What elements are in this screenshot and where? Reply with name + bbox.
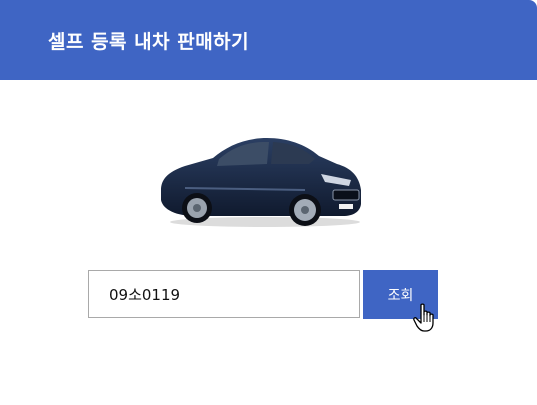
hand-pointer-icon	[413, 303, 434, 332]
page-header: 셀프 등록 내차 판매하기	[0, 0, 537, 80]
search-button-label: 조회	[387, 287, 414, 304]
page-title: 셀프 등록 내차 판매하기	[48, 31, 250, 53]
car-image	[161, 138, 361, 227]
plate-number-input[interactable]	[88, 270, 360, 318]
